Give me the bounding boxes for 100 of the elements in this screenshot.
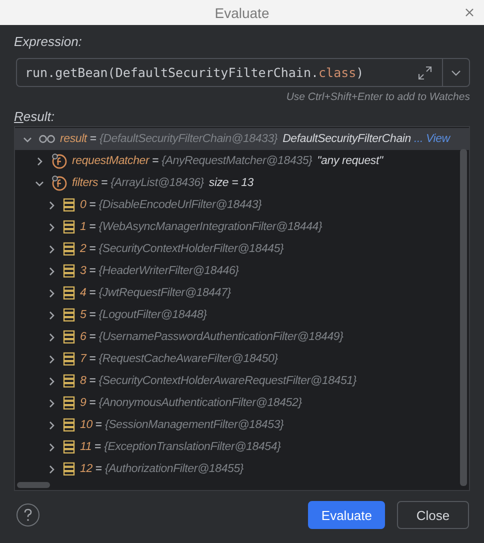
variable-name: 6 bbox=[80, 331, 86, 343]
tree-row[interactable]: 8 = {SecurityContextHolderAwareRequestFilter@18451} bbox=[15, 370, 469, 392]
list-item-icon bbox=[63, 242, 75, 256]
chevron-right-icon[interactable] bbox=[47, 288, 56, 298]
close-button[interactable]: Close bbox=[397, 501, 469, 529]
list-item-icon bbox=[63, 308, 75, 322]
equals-sign: = bbox=[89, 331, 96, 343]
result-label: Result: bbox=[14, 109, 54, 124]
variable-name: requestMatcher bbox=[72, 155, 150, 167]
tree-row[interactable]: 3 = {HeaderWriterFilter@18446} bbox=[15, 260, 469, 282]
variable-name: 5 bbox=[80, 309, 86, 321]
list-item-icon bbox=[63, 220, 75, 234]
variable-value: {DefaultSecurityFilterChain@18433} bbox=[99, 133, 278, 145]
chevron-right-icon[interactable] bbox=[47, 200, 56, 210]
variable-name: filters bbox=[72, 177, 98, 189]
chevron-right-icon[interactable] bbox=[47, 464, 56, 474]
chevron-right-icon[interactable] bbox=[47, 266, 56, 276]
variable-value: {ExceptionTranslationFilter@18454} bbox=[104, 441, 281, 453]
chevron-right-icon[interactable] bbox=[47, 222, 56, 232]
equals-sign: = bbox=[90, 133, 96, 145]
list-item-icon bbox=[63, 286, 75, 300]
equals-sign: = bbox=[89, 375, 96, 387]
variable-name: 10 bbox=[80, 419, 92, 431]
variable-value: {SecurityContextHolderAwareRequestFilter@18451} bbox=[98, 375, 356, 387]
variable-name: 1 bbox=[80, 221, 86, 233]
chevron-down-icon[interactable] bbox=[35, 178, 44, 188]
equals-sign: = bbox=[89, 353, 96, 365]
tree-row[interactable]: 0 = {DisableEncodeUrlFilter@18443} bbox=[15, 194, 469, 216]
tree-row[interactable]: result = {DefaultSecurityFilterChain@18433} DefaultSecurityFilterChain ... View bbox=[15, 128, 469, 150]
equals-sign: = bbox=[89, 287, 96, 299]
variable-value: {DisableEncodeUrlFilter@18443} bbox=[98, 199, 262, 211]
tree-row[interactable]: 7 = {RequestCacheAwareFilter@18450} bbox=[15, 348, 469, 370]
shortcut-hint: Use Ctrl+Shift+Enter to add to Watches bbox=[286, 91, 470, 103]
variable-name: 3 bbox=[80, 265, 86, 277]
equals-sign: = bbox=[89, 221, 96, 233]
chevron-right-icon[interactable] bbox=[47, 442, 56, 452]
variable-value: {LogoutFilter@18448} bbox=[98, 309, 207, 321]
variable-name: 11 bbox=[80, 441, 92, 453]
chevron-right-icon[interactable] bbox=[35, 156, 44, 166]
tree-row[interactable]: 6 = {UsernamePasswordAuthenticationFilter@18449} bbox=[15, 326, 469, 348]
variable-value: {AnyRequestMatcher@18435} bbox=[162, 155, 312, 167]
variable-name: result bbox=[60, 133, 87, 145]
list-item-icon bbox=[63, 374, 75, 388]
horizontal-scrollbar[interactable] bbox=[17, 482, 50, 488]
tree-row[interactable]: 1 = {WebAsyncManagerIntegrationFilter@18444} bbox=[15, 216, 469, 238]
equals-sign: = bbox=[89, 265, 96, 277]
tree-row[interactable]: 12 = {AuthorizationFilter@18455} bbox=[15, 458, 469, 480]
value-detail: "any request" bbox=[317, 155, 383, 167]
variable-value: {JwtRequestFilter@18447} bbox=[98, 287, 231, 299]
tree-row[interactable]: 4 = {JwtRequestFilter@18447} bbox=[15, 282, 469, 304]
chevron-right-icon[interactable] bbox=[47, 398, 56, 408]
list-item-icon bbox=[63, 264, 75, 278]
field-icon bbox=[51, 175, 67, 191]
evaluate-button[interactable]: Evaluate bbox=[308, 501, 385, 529]
window-title: Evaluate bbox=[214, 4, 270, 20]
chevron-right-icon[interactable] bbox=[47, 310, 56, 320]
chevron-right-icon[interactable] bbox=[47, 376, 56, 386]
equals-sign: = bbox=[89, 199, 96, 211]
tree-row[interactable]: 11 = {ExceptionTranslationFilter@18454} bbox=[15, 436, 469, 458]
list-item-icon bbox=[63, 198, 75, 212]
list-item-icon bbox=[63, 418, 75, 432]
variable-name: 0 bbox=[80, 199, 86, 211]
tree-row[interactable]: filters = {ArrayList@18436} size = 13 bbox=[15, 172, 469, 194]
variable-value: {SecurityContextHolderFilter@18445} bbox=[98, 243, 284, 255]
equals-sign: = bbox=[89, 243, 96, 255]
chevron-right-icon[interactable] bbox=[47, 354, 56, 364]
variable-value: {SessionManagementFilter@18453} bbox=[104, 419, 284, 431]
chevron-right-icon[interactable] bbox=[47, 332, 56, 342]
variable-value: {AnonymousAuthenticationFilter@18452} bbox=[98, 397, 302, 409]
tree-row[interactable]: 10 = {SessionManagementFilter@18453} bbox=[15, 414, 469, 436]
variable-value: {RequestCacheAwareFilter@18450} bbox=[98, 353, 278, 365]
variable-name: 2 bbox=[80, 243, 86, 255]
tree-row[interactable]: 5 = {LogoutFilter@18448} bbox=[15, 304, 469, 326]
list-item-icon bbox=[63, 462, 75, 476]
equals-sign: = bbox=[89, 397, 96, 409]
value-detail: size = 13 bbox=[208, 177, 254, 189]
list-item-icon bbox=[63, 396, 75, 410]
tree-row[interactable]: 9 = {AnonymousAuthenticationFilter@18452} bbox=[15, 392, 469, 414]
vertical-scrollbar[interactable] bbox=[460, 149, 467, 486]
list-item-icon bbox=[63, 352, 75, 366]
equals-sign: = bbox=[152, 155, 159, 167]
equals-sign: = bbox=[101, 177, 108, 189]
tree-row[interactable]: requestMatcher = {AnyRequestMatcher@18435} "any request" bbox=[15, 150, 469, 172]
variable-name: 8 bbox=[80, 375, 86, 387]
list-item-icon bbox=[63, 330, 75, 344]
equals-sign: = bbox=[89, 309, 96, 321]
chevron-right-icon[interactable] bbox=[47, 420, 56, 430]
tree-row[interactable]: 2 = {SecurityContextHolderFilter@18445} bbox=[15, 238, 469, 260]
value-detail: DefaultSecurityFilterChain bbox=[282, 133, 411, 145]
variable-value: {WebAsyncManagerIntegrationFilter@18444} bbox=[98, 221, 322, 233]
close-icon[interactable] bbox=[465, 8, 474, 17]
help-icon[interactable] bbox=[16, 503, 40, 527]
expression-label: Expression: bbox=[14, 34, 82, 49]
chevron-down-icon[interactable] bbox=[23, 134, 32, 144]
variable-name: 9 bbox=[80, 397, 86, 409]
variable-name: 4 bbox=[80, 287, 86, 299]
chevron-right-icon[interactable] bbox=[47, 244, 56, 254]
equals-sign: = bbox=[94, 441, 102, 453]
variable-name: 7 bbox=[80, 353, 86, 365]
variable-value: {UsernamePasswordAuthenticationFilter@18449} bbox=[98, 331, 344, 343]
